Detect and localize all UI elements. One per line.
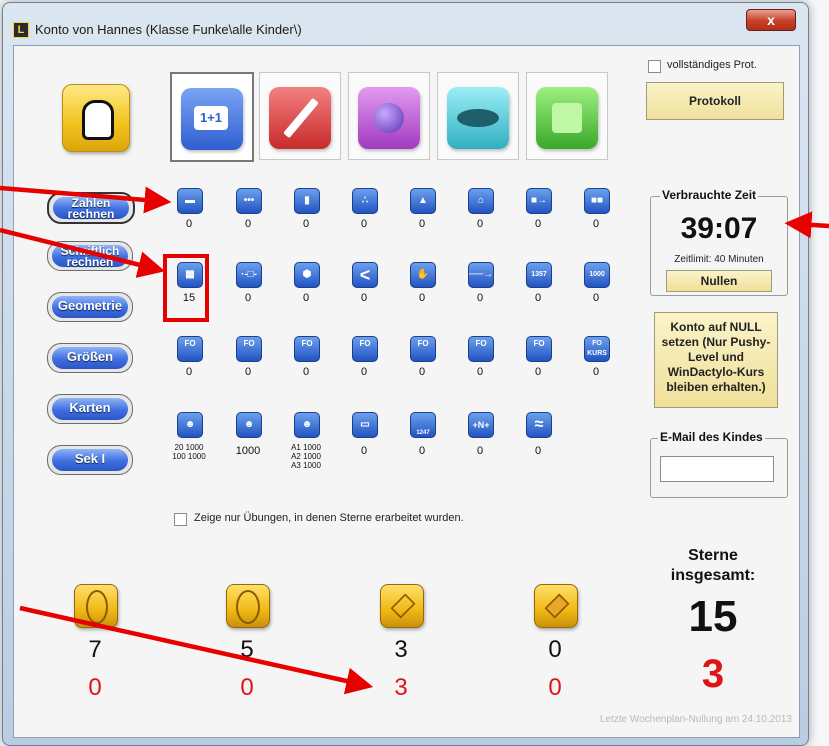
arrow-to-grid <box>0 227 166 278</box>
arrow-to-new-stars <box>19 605 374 695</box>
arrow-to-zahlen <box>0 185 172 214</box>
annotation-arrows <box>0 185 829 695</box>
arrow-to-time <box>784 211 829 239</box>
app-window: L Konto von Hannes (Klasse Funke\alle Ki… <box>0 0 829 746</box>
